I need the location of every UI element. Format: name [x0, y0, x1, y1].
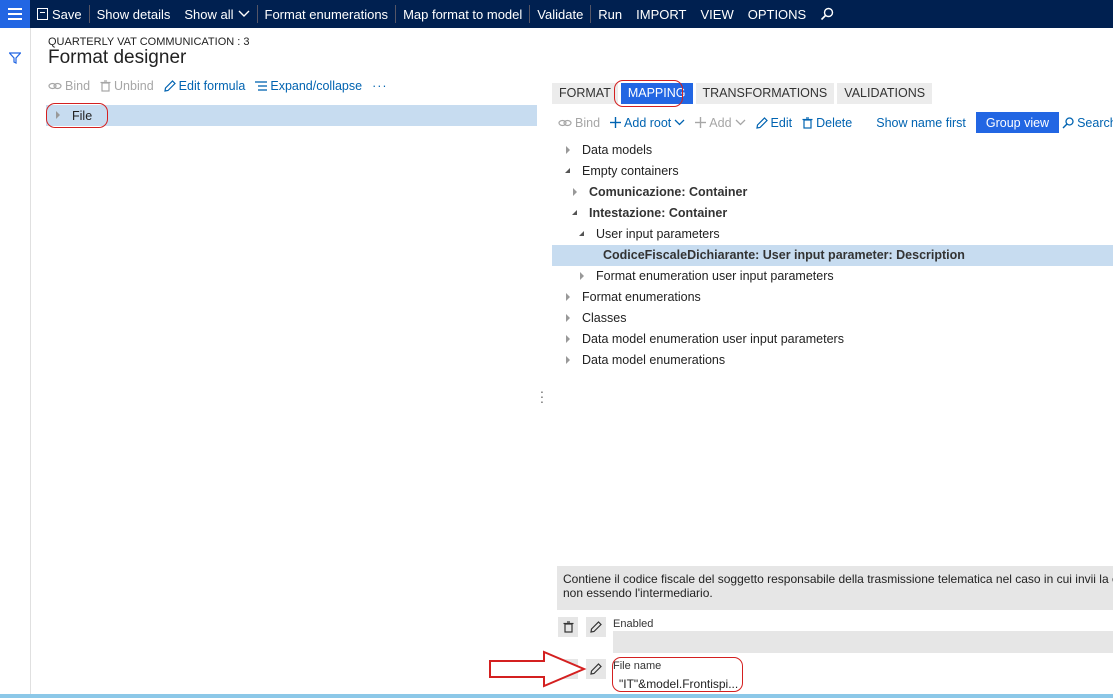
page-title: Format designer	[48, 47, 187, 68]
expand-arrow-icon[interactable]	[573, 188, 577, 196]
edit-file-name-button[interactable]	[586, 659, 606, 679]
mapping-toolbar: Bind Add root Add Edit Delete Show name …	[558, 112, 1113, 133]
format-enumerations-button[interactable]: Format enumerations	[258, 0, 396, 28]
action-pane: Save Show details Show all Format enumer…	[0, 0, 1113, 28]
search-icon[interactable]	[813, 0, 841, 28]
search-icon	[1062, 116, 1074, 128]
link-icon	[558, 119, 572, 126]
pencil-icon	[590, 663, 602, 675]
chevron-down-icon	[238, 10, 249, 17]
clear-enabled-button[interactable]	[558, 617, 578, 637]
tab-format[interactable]: FORMAT	[552, 83, 618, 104]
expand-arrow-icon[interactable]	[566, 293, 570, 301]
description-text: Contiene il codice fiscale del soggetto …	[557, 566, 1113, 610]
import-tab[interactable]: IMPORT	[629, 0, 693, 28]
navigation-menu-icon[interactable]	[0, 0, 30, 28]
expand-arrow-icon[interactable]	[566, 314, 570, 322]
more-options-icon[interactable]: ···	[372, 79, 388, 93]
show-all-button[interactable]: Show all	[177, 0, 256, 28]
designer-tabs: FORMAT MAPPING TRANSFORMATIONS VALIDATIO…	[552, 83, 933, 104]
pane-splitter[interactable]: · · ·	[539, 384, 545, 408]
filter-icon[interactable]	[9, 52, 21, 64]
validate-button[interactable]: Validate	[530, 0, 590, 28]
unbind-button[interactable]: Unbind	[100, 79, 154, 93]
chevron-down-icon	[735, 119, 746, 126]
tree-node-intestazione[interactable]: Intestazione: Container	[552, 203, 1113, 224]
bind-button[interactable]: Bind	[48, 79, 90, 93]
left-rail	[0, 28, 31, 698]
list-icon	[255, 81, 268, 91]
status-strip	[0, 694, 1113, 698]
run-button[interactable]: Run	[591, 0, 629, 28]
tree-node-codicefiscale[interactable]: CodiceFiscaleDichiarante: User input par…	[552, 245, 1113, 266]
options-tab[interactable]: OPTIONS	[741, 0, 814, 28]
show-details-button[interactable]: Show details	[90, 0, 178, 28]
tree-node-dm-enumerations[interactable]: Data model enumerations	[552, 350, 1113, 371]
tab-transformations[interactable]: TRANSFORMATIONS	[695, 83, 835, 104]
trash-icon	[802, 116, 813, 129]
view-tab[interactable]: VIEW	[693, 0, 740, 28]
chevron-down-icon	[674, 119, 685, 126]
show-name-first-button[interactable]: Show name first	[876, 116, 966, 130]
tree-node-format-enumerations[interactable]: Format enumerations	[552, 287, 1113, 308]
annotation-arrow-icon	[489, 650, 587, 688]
expand-arrow-icon[interactable]	[566, 146, 570, 154]
expand-arrow-icon[interactable]	[580, 272, 584, 280]
tree-node-dm-enum-params[interactable]: Data model enumeration user input parame…	[552, 329, 1113, 350]
collapse-arrow-icon[interactable]	[565, 168, 570, 173]
edit-enabled-button[interactable]	[586, 617, 606, 637]
link-icon	[48, 82, 62, 90]
delete-button[interactable]: Delete	[802, 116, 852, 130]
expand-collapse-button[interactable]: Expand/collapse	[255, 79, 362, 93]
annotation-highlight	[612, 657, 743, 692]
add-button[interactable]: Add	[695, 116, 746, 130]
format-toolbar: Bind Unbind Edit formula Expand/collapse…	[48, 79, 388, 93]
map-format-to-model-button[interactable]: Map format to model	[396, 0, 529, 28]
tree-node-format-enum-params[interactable]: Format enumeration user input parameters	[552, 266, 1113, 287]
trash-icon	[563, 621, 573, 633]
tab-validations[interactable]: VALIDATIONS	[837, 83, 933, 104]
collapse-arrow-icon[interactable]	[579, 231, 584, 236]
expand-arrow-icon[interactable]	[566, 356, 570, 364]
annotation-highlight	[614, 80, 683, 107]
plus-icon	[610, 117, 622, 128]
tree-node-user-input-parameters[interactable]: User input parameters	[552, 224, 1113, 245]
search-button[interactable]: Search ·	[1062, 116, 1113, 130]
group-view-button[interactable]: Group view	[975, 112, 1060, 133]
save-button[interactable]: Save	[30, 0, 89, 28]
bind-button[interactable]: Bind	[558, 116, 600, 130]
expand-arrow-icon[interactable]	[566, 335, 570, 343]
pencil-icon	[755, 116, 768, 129]
tree-node-empty-containers[interactable]: Empty containers	[552, 161, 1113, 182]
edit-button[interactable]: Edit	[755, 116, 792, 130]
enabled-label: Enabled	[613, 618, 654, 630]
format-tree-row-file[interactable]: File	[46, 105, 537, 126]
plus-icon	[695, 117, 707, 128]
collapse-arrow-icon[interactable]	[572, 210, 577, 215]
tree-node-classes[interactable]: Classes	[552, 308, 1113, 329]
pencil-icon	[163, 80, 176, 92]
edit-formula-button[interactable]: Edit formula	[163, 79, 245, 93]
trash-icon	[100, 80, 111, 92]
enabled-field[interactable]	[613, 631, 1113, 653]
save-icon	[37, 8, 48, 20]
tree-node-comunicazione[interactable]: Comunicazione: Container	[552, 182, 1113, 203]
tree-node-data-models[interactable]: Data models	[552, 140, 1113, 161]
data-sources-tree: Data models Empty containers Comunicazio…	[552, 140, 1113, 371]
add-root-button[interactable]: Add root	[610, 116, 685, 130]
pencil-icon	[590, 621, 602, 633]
annotation-highlight	[46, 103, 108, 128]
